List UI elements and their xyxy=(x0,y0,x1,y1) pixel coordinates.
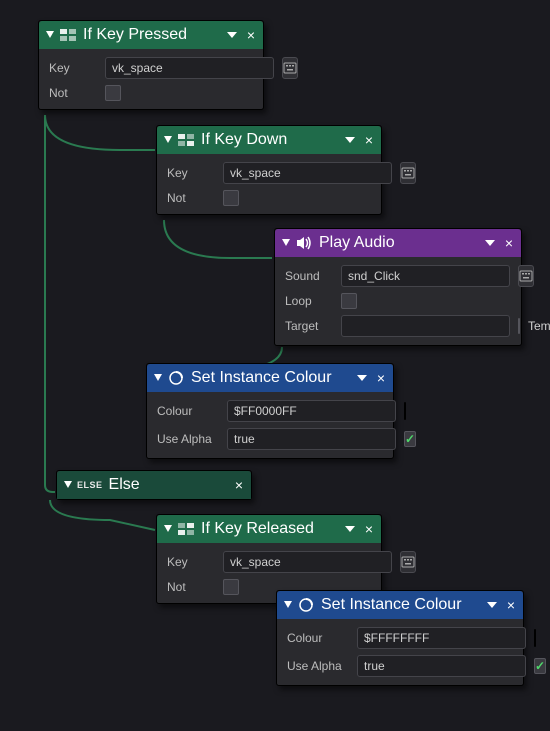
not-checkbox[interactable] xyxy=(105,85,121,101)
loop-checkbox[interactable] xyxy=(341,293,357,309)
node-title: Else xyxy=(109,476,233,494)
alpha-input[interactable] xyxy=(357,655,526,677)
collapse-icon[interactable] xyxy=(153,373,163,383)
node-header-if-key-pressed[interactable]: If Key Pressed × xyxy=(39,21,263,49)
instance-icon xyxy=(297,596,315,614)
node-title: Set Instance Colour xyxy=(321,596,485,614)
not-label: Not xyxy=(167,580,215,594)
dropdown-icon[interactable] xyxy=(343,134,357,146)
keyboard-icon xyxy=(177,131,195,149)
collapse-icon[interactable] xyxy=(281,238,291,248)
collapse-icon[interactable] xyxy=(163,135,173,145)
node-title: Set Instance Colour xyxy=(191,369,355,387)
alpha-checkbox[interactable] xyxy=(534,658,546,674)
key-input[interactable] xyxy=(223,551,392,573)
close-icon[interactable]: × xyxy=(375,372,387,384)
close-icon[interactable]: × xyxy=(503,237,515,249)
not-checkbox[interactable] xyxy=(223,579,239,595)
dropdown-icon[interactable] xyxy=(343,523,357,535)
colour-label: Colour xyxy=(287,631,349,645)
target-label: Target xyxy=(285,319,333,333)
node-title: If Key Pressed xyxy=(83,26,225,44)
dropdown-icon[interactable] xyxy=(225,29,239,41)
picker-button[interactable] xyxy=(400,162,416,184)
collapse-icon[interactable] xyxy=(283,600,293,610)
alpha-label: Use Alpha xyxy=(157,432,219,446)
key-label: Key xyxy=(49,61,97,75)
dropdown-icon[interactable] xyxy=(483,237,497,249)
collapse-icon[interactable] xyxy=(63,480,73,490)
loop-label: Loop xyxy=(285,294,333,308)
else-tag-icon: ELSE xyxy=(77,480,103,490)
node-title: If Key Released xyxy=(201,520,343,538)
key-label: Key xyxy=(167,166,215,180)
alpha-input[interactable] xyxy=(227,428,396,450)
not-checkbox[interactable] xyxy=(223,190,239,206)
close-icon[interactable]: × xyxy=(233,479,245,491)
key-input[interactable] xyxy=(223,162,392,184)
temp-checkbox[interactable] xyxy=(518,318,520,334)
not-label: Not xyxy=(167,191,215,205)
colour-swatch[interactable] xyxy=(534,629,536,647)
colour-input[interactable] xyxy=(357,627,526,649)
sound-label: Sound xyxy=(285,269,333,283)
node-header-set-colour-1[interactable]: Set Instance Colour × xyxy=(147,364,393,392)
alpha-label: Use Alpha xyxy=(287,659,349,673)
collapse-icon[interactable] xyxy=(163,524,173,534)
alpha-checkbox[interactable] xyxy=(404,431,416,447)
node-title: Play Audio xyxy=(319,234,483,252)
sound-input[interactable] xyxy=(341,265,510,287)
key-label: Key xyxy=(167,555,215,569)
keyboard-icon xyxy=(177,520,195,538)
picker-button[interactable] xyxy=(282,57,298,79)
node-header-play-audio[interactable]: Play Audio × xyxy=(275,229,521,257)
close-icon[interactable]: × xyxy=(505,599,517,611)
key-input[interactable] xyxy=(105,57,274,79)
picker-button[interactable] xyxy=(518,265,534,287)
instance-icon xyxy=(167,369,185,387)
picker-button[interactable] xyxy=(400,551,416,573)
keyboard-icon xyxy=(59,26,77,44)
node-header-if-key-released[interactable]: If Key Released × xyxy=(157,515,381,543)
dropdown-icon[interactable] xyxy=(485,599,499,611)
collapse-icon[interactable] xyxy=(45,30,55,40)
dropdown-icon[interactable] xyxy=(355,372,369,384)
audio-icon xyxy=(295,234,313,252)
close-icon[interactable]: × xyxy=(363,523,375,535)
colour-swatch[interactable] xyxy=(404,402,406,420)
not-label: Not xyxy=(49,86,97,100)
temp-label: Temp xyxy=(528,319,550,333)
close-icon[interactable]: × xyxy=(245,29,257,41)
colour-input[interactable] xyxy=(227,400,396,422)
node-header-set-colour-2[interactable]: Set Instance Colour × xyxy=(277,591,523,619)
target-input[interactable] xyxy=(341,315,510,337)
node-header-if-key-down[interactable]: If Key Down × xyxy=(157,126,381,154)
colour-label: Colour xyxy=(157,404,219,418)
node-title: If Key Down xyxy=(201,131,343,149)
close-icon[interactable]: × xyxy=(363,134,375,146)
node-header-else[interactable]: ELSE Else × xyxy=(57,471,251,499)
